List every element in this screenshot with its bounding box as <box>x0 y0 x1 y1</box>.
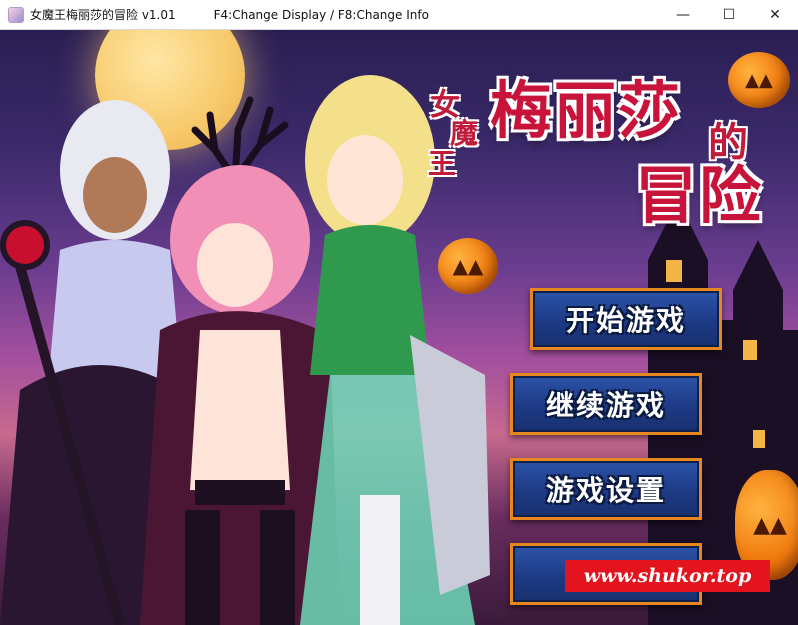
title-screen: ▲▲ ▲▲ ▲▲ 女 魔 王 梅丽莎 的 冒险 开始游戏 继续游戏 游戏设置 w… <box>0 30 798 625</box>
window-hint: F4:Change Display / F8:Change Info <box>213 7 429 22</box>
jack-o-lantern-icon: ▲▲ <box>438 238 498 294</box>
window-title: 女魔王梅丽莎的冒险 v1.01 <box>30 8 176 22</box>
logo-char-3: 王 <box>428 147 457 180</box>
app-icon <box>8 6 24 23</box>
minimize-button[interactable]: — <box>660 0 706 30</box>
start-game-button[interactable]: 开始游戏 <box>530 288 722 350</box>
close-button[interactable]: ✕ <box>752 0 798 30</box>
game-settings-label: 游戏设置 <box>545 474 666 507</box>
start-game-label: 开始游戏 <box>565 304 686 337</box>
continue-game-button[interactable]: 继续游戏 <box>510 373 702 435</box>
window-titlebar[interactable]: 女魔王梅丽莎的冒险 v1.01 F4:Change Display / F8:C… <box>0 0 798 30</box>
maximize-button[interactable]: ☐ <box>706 0 752 30</box>
watermark-text: www.shukor.top <box>583 565 752 587</box>
window-controls: — ☐ ✕ <box>660 0 798 30</box>
game-title-logo: 女 魔 王 梅丽莎 的 冒险 <box>420 50 790 232</box>
logo-main-text: 梅丽莎 <box>490 74 683 147</box>
watermark-banner: www.shukor.top <box>565 560 770 592</box>
continue-game-label: 继续游戏 <box>545 389 666 422</box>
game-settings-button[interactable]: 游戏设置 <box>510 458 702 520</box>
logo-sub-text: 冒险 <box>635 159 764 232</box>
